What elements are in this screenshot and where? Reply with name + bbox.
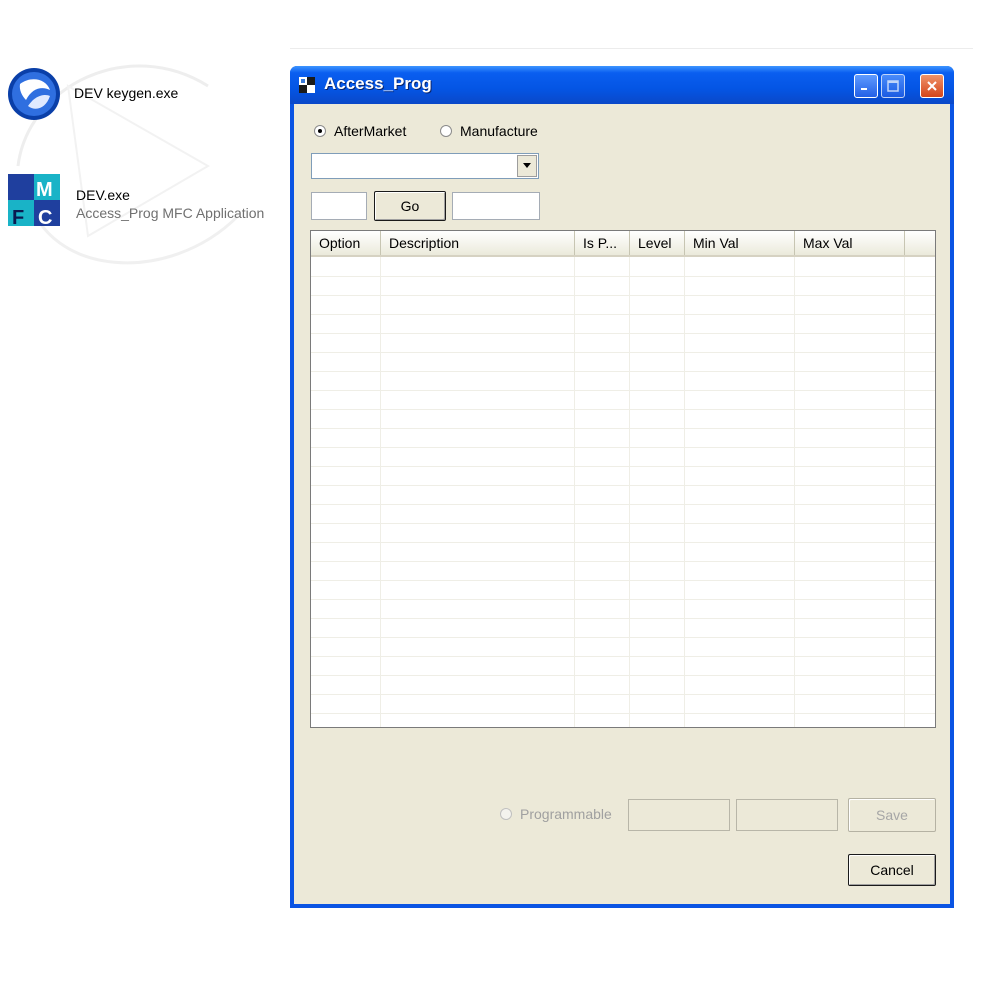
cancel-button[interactable]: Cancel	[848, 854, 936, 886]
radio-label: Programmable	[520, 806, 612, 822]
chevron-down-icon	[523, 163, 531, 168]
access-prog-window: Access_Prog AfterMarket Manufacture Go O…	[290, 66, 954, 908]
table-body[interactable]	[311, 257, 935, 727]
radio-unselected-icon	[440, 125, 452, 137]
grid-row-line	[311, 618, 935, 619]
svg-text:M: M	[36, 179, 53, 201]
grid-row-line	[311, 371, 935, 372]
grid-row-line	[311, 713, 935, 714]
grid-column-line	[574, 257, 575, 727]
options-table[interactable]: Option Description Is P... Level Min Val…	[310, 230, 936, 728]
programmable-value-input[interactable]	[628, 799, 730, 831]
grid-row-line	[311, 580, 935, 581]
grid-row-line	[311, 428, 935, 429]
table-header: Option Description Is P... Level Min Val…	[311, 231, 935, 257]
radio-selected-icon	[314, 125, 326, 137]
mfc-app-icon: M F C	[8, 174, 60, 228]
result-input[interactable]	[452, 192, 540, 220]
svg-text:C: C	[38, 207, 52, 228]
grid-column-line	[380, 257, 381, 727]
keygen-app-icon	[8, 68, 60, 120]
grid-column-line	[904, 257, 905, 727]
radio-label: Manufacture	[460, 123, 538, 139]
grid-row-line	[311, 675, 935, 676]
divider	[290, 48, 973, 49]
minimize-button[interactable]	[854, 74, 878, 98]
column-header-is-programmable[interactable]: Is P...	[575, 231, 630, 255]
grid-row-line	[311, 485, 935, 486]
column-header-option[interactable]: Option	[311, 231, 381, 255]
radio-manufacture[interactable]: Manufacture	[440, 123, 538, 139]
grid-column-line	[684, 257, 685, 727]
dropdown-arrow-button[interactable]	[517, 155, 537, 177]
grid-row-line	[311, 333, 935, 334]
column-header-description[interactable]: Description	[381, 231, 575, 255]
grid-row-line	[311, 314, 935, 315]
grid-row-line	[311, 523, 935, 524]
grid-row-line	[311, 504, 935, 505]
column-header-filler	[905, 231, 935, 255]
save-button[interactable]: Save	[848, 798, 936, 832]
grid-row-line	[311, 694, 935, 695]
grid-row-line	[311, 656, 935, 657]
programmable-second-input[interactable]	[736, 799, 838, 831]
column-header-min-val[interactable]: Min Val	[685, 231, 795, 255]
grid-row-line	[311, 542, 935, 543]
close-icon	[927, 81, 937, 91]
grid-row-line	[311, 599, 935, 600]
grid-row-line	[311, 276, 935, 277]
model-dropdown[interactable]	[311, 153, 539, 179]
grid-row-line	[311, 466, 935, 467]
go-label: Go	[400, 198, 420, 214]
grid-row-line	[311, 637, 935, 638]
go-button[interactable]: Go	[374, 191, 446, 221]
grid-row-line	[311, 352, 935, 353]
radio-unselected-icon	[500, 808, 512, 820]
close-button[interactable]	[920, 74, 944, 98]
desktop-icon-subtitle: Access_Prog MFC Application	[76, 205, 265, 221]
radio-programmable[interactable]: Programmable	[500, 806, 612, 822]
grid-row-line	[311, 390, 935, 391]
maximize-icon	[887, 80, 899, 92]
desktop-icon-keygen[interactable]: DEV keygen.exe	[6, 66, 178, 122]
minimize-icon	[861, 88, 867, 90]
grid-column-line	[629, 257, 630, 727]
svg-text:F: F	[12, 207, 24, 228]
save-label: Save	[876, 807, 908, 823]
desktop-icon-label: DEV keygen.exe	[74, 85, 179, 101]
radio-aftermarket[interactable]: AfterMarket	[314, 123, 406, 139]
grid-row-line	[311, 295, 935, 296]
grid-row-line	[311, 561, 935, 562]
cancel-label: Cancel	[870, 862, 914, 878]
title-bar[interactable]: Access_Prog	[290, 66, 954, 104]
desktop-icon-label: DEV.exe	[76, 187, 130, 203]
grid-row-line	[311, 409, 935, 410]
app-icon	[299, 77, 315, 93]
window-title: Access_Prog	[324, 74, 432, 93]
column-header-max-val[interactable]: Max Val	[795, 231, 905, 255]
radio-label: AfterMarket	[334, 123, 407, 139]
column-header-level[interactable]: Level	[630, 231, 685, 255]
maximize-button	[881, 74, 905, 98]
window-client-area: AfterMarket Manufacture Go Option Descri…	[294, 104, 950, 904]
code-input[interactable]	[311, 192, 367, 220]
desktop-icon-dev[interactable]: M F C DEV.exe Access_Prog MFC Applicatio…	[6, 172, 264, 228]
grid-column-line	[794, 257, 795, 727]
grid-row-line	[311, 447, 935, 448]
